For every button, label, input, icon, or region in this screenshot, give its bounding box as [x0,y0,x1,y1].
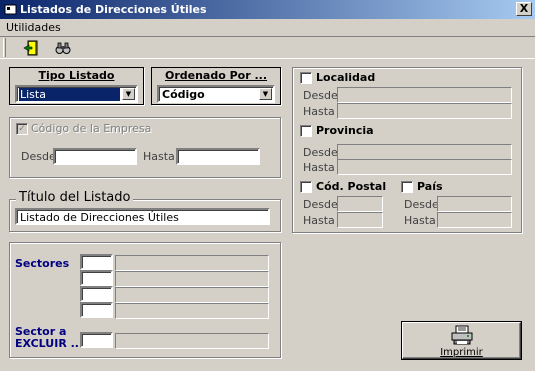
titulo-input[interactable]: Listado de Direcciones Útiles [15,208,270,225]
sector-code-input-2[interactable] [80,270,113,286]
window-app-icon [4,4,17,15]
exit-button[interactable] [20,38,42,58]
localidad-desde-label: Desde [303,89,338,102]
provincia-checkbox[interactable] [300,125,312,137]
chevron-down-icon[interactable]: ▼ [122,88,135,100]
provincia-label: Provincia [316,124,374,137]
pais-hasta-label: Hasta [404,214,436,227]
tipo-listado-label: Tipo Listado [38,69,115,82]
menu-bar [0,19,535,36]
provincia-hasta-label: Hasta [303,161,335,174]
sector-desc-3 [115,287,269,303]
cod-postal-desde-input[interactable] [337,196,383,212]
pais-hasta-input[interactable] [437,212,512,228]
cod-postal-hasta-label: Hasta [303,214,335,227]
pais-label: País [417,180,443,193]
titulo-label: Título del Listado [16,190,134,205]
provincia-hasta-input[interactable] [337,159,512,175]
provincia-desde-label: Desde [303,146,338,159]
cod-postal-checkbox[interactable] [300,181,312,193]
localidad-label: Localidad [316,71,376,84]
sector-code-input-3[interactable] [80,286,113,302]
excluir-desc [115,333,269,349]
chevron-down-icon[interactable]: ▼ [259,88,272,100]
sectores-label: Sectores [15,257,70,270]
empresa-checkbox[interactable]: ✓ [16,123,28,135]
menu-utilidades[interactable]: Utilidades [6,21,61,34]
ordenado-por-value: Código [162,88,205,101]
cod-postal-desde-label: Desde [303,198,338,211]
sector-code-input-1[interactable] [80,254,113,270]
excluir-label-2: EXCLUIR ... [15,337,84,350]
sector-desc-4 [115,303,269,319]
toolbar [0,36,535,59]
pais-desde-label: Desde [404,198,439,211]
print-button[interactable]: Imprimir [401,321,522,360]
localidad-desde-input[interactable] [337,87,512,103]
sector-desc-2 [115,271,269,287]
empresa-desde-input[interactable] [53,148,137,165]
empresa-hasta-input[interactable] [176,148,260,165]
excluir-code-input[interactable] [80,332,113,348]
localidad-hasta-label: Hasta [303,105,335,118]
close-button[interactable]: X [516,2,532,16]
ordenado-por-select[interactable]: Código ▼ [157,85,275,103]
tipo-listado-select[interactable]: Lista ▼ [15,85,138,103]
cod-postal-label: Cód. Postal [316,180,387,193]
toolbar-grip [3,38,6,57]
localidad-checkbox[interactable] [300,72,312,84]
window-title: Listados de Direcciones Útiles [20,3,207,16]
empresa-desde-label: Desde [21,150,56,163]
provincia-desde-input[interactable] [337,144,512,160]
printer-icon [451,325,473,345]
print-label: Imprimir [440,347,483,358]
localidad-hasta-input[interactable] [337,103,512,119]
empresa-hasta-label: Hasta [143,150,175,163]
menu-utilidades-label: Utilidades [6,21,61,34]
binoculars-icon [55,42,71,54]
cod-postal-hasta-input[interactable] [337,212,383,228]
exit-door-icon [23,40,38,56]
pais-checkbox[interactable] [401,181,413,193]
sector-code-input-4[interactable] [80,302,113,318]
pais-desde-input[interactable] [437,196,512,212]
search-button[interactable] [52,38,74,58]
ordenado-por-label: Ordenado Por ... [164,69,268,82]
empresa-label: Código de la Empresa [31,122,152,135]
tipo-listado-value: Lista [19,88,120,101]
sector-desc-1 [115,255,269,271]
